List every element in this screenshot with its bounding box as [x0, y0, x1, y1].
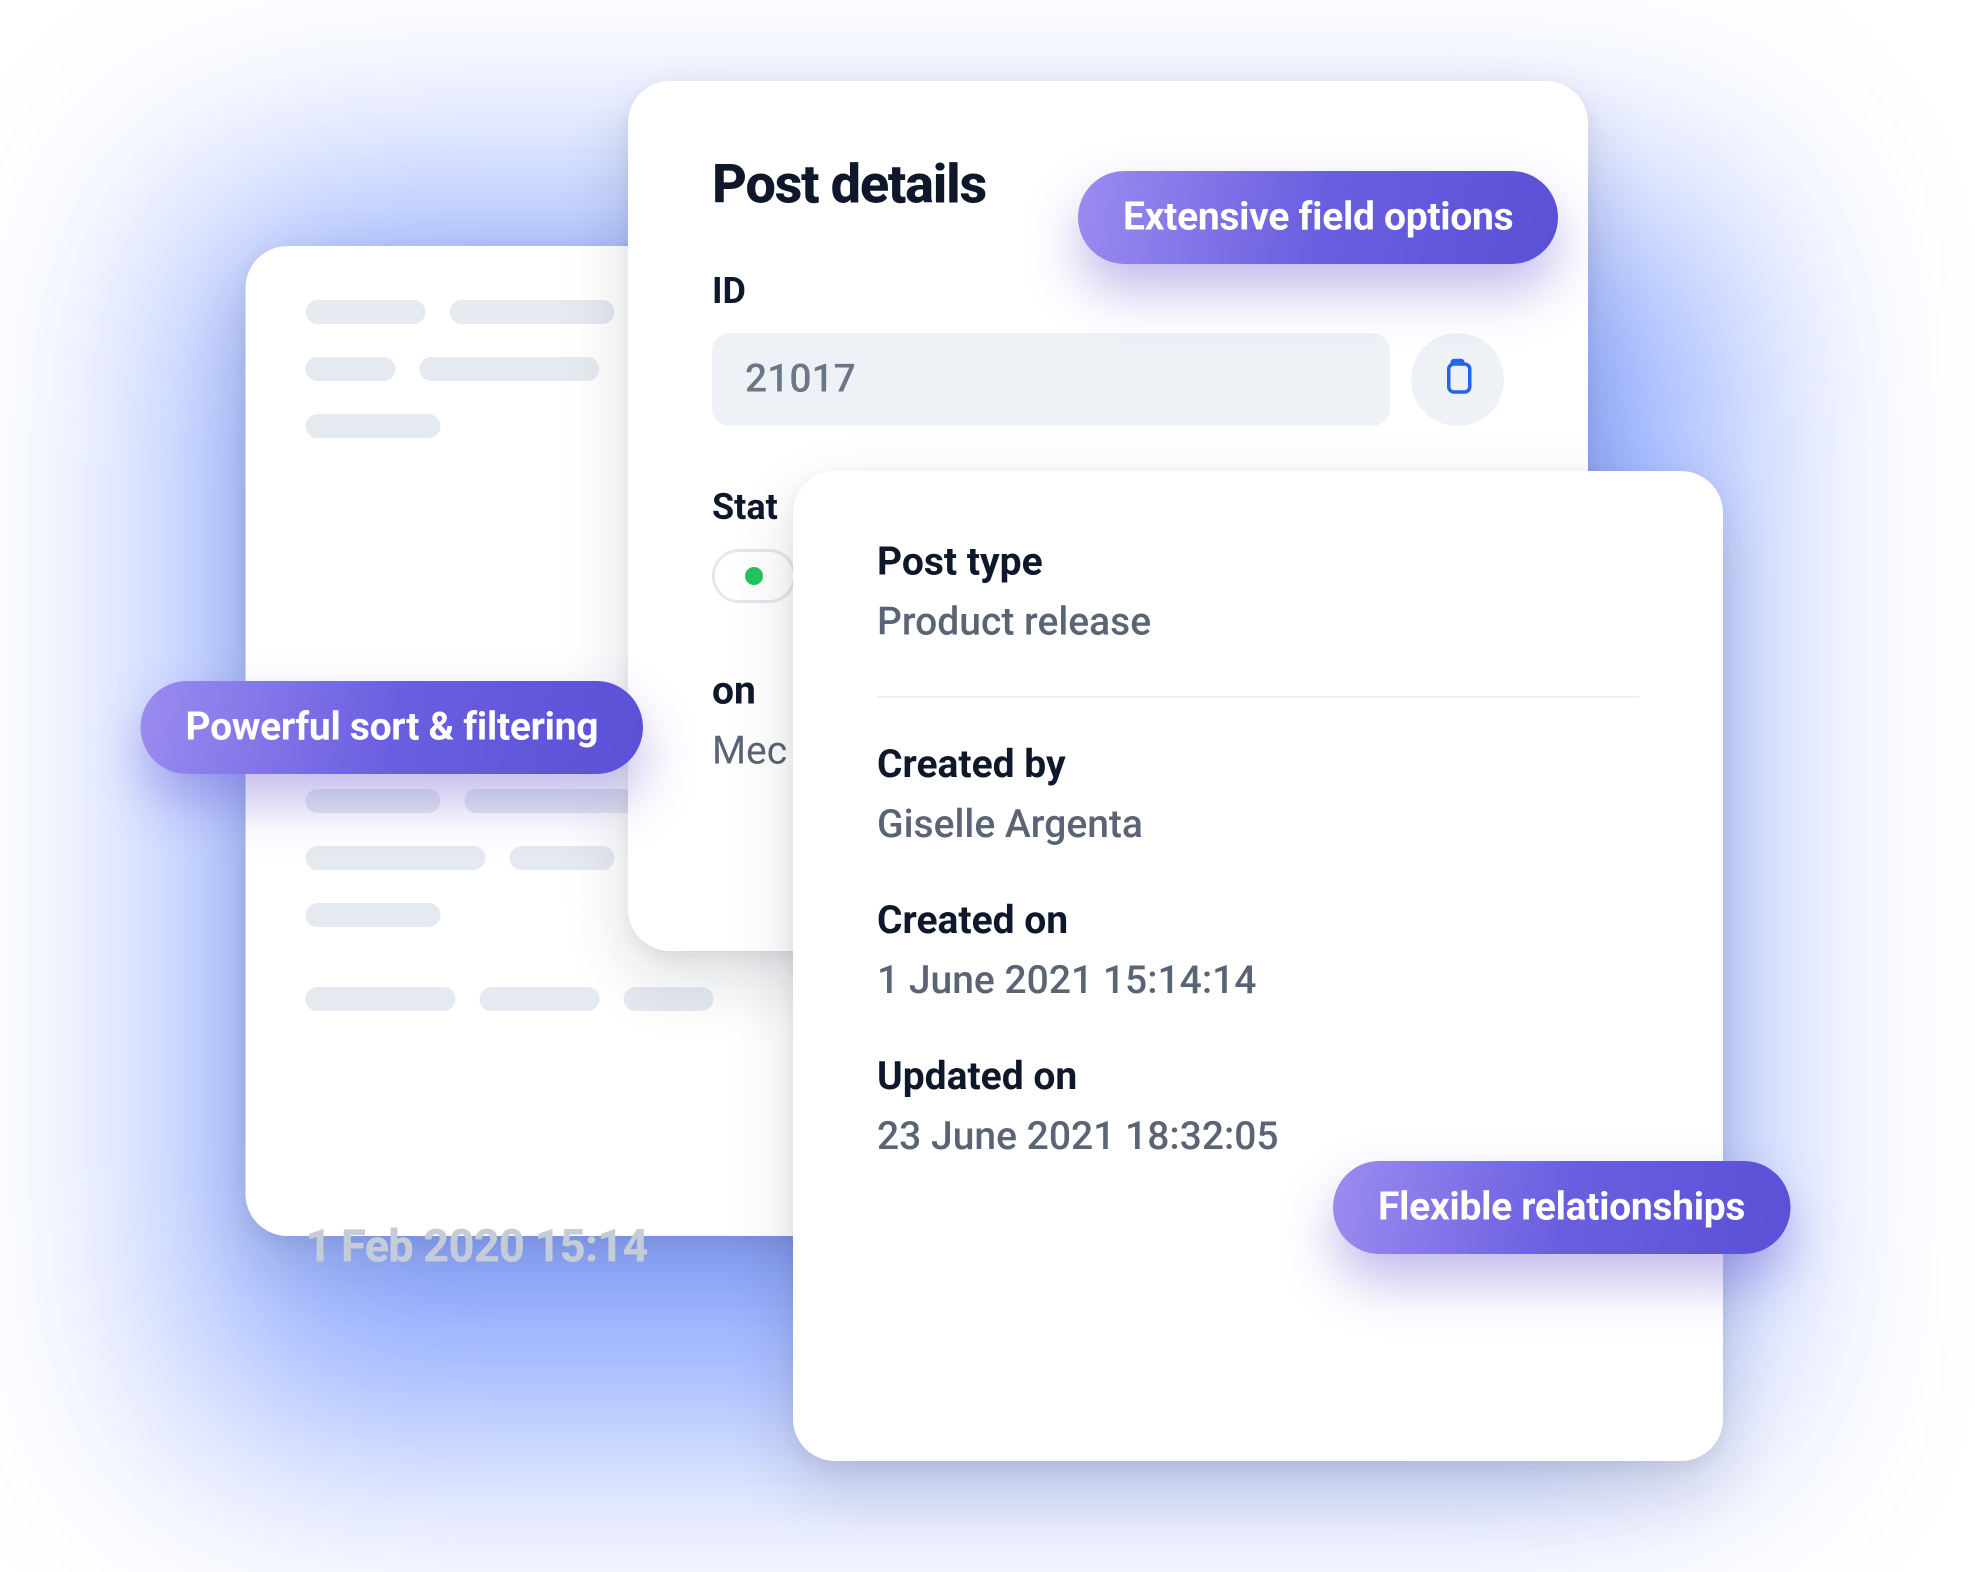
badge-relationships: Flexible relationships: [1333, 1161, 1790, 1254]
divider: [877, 696, 1639, 698]
post-type-value: Product release: [877, 600, 1639, 645]
updated-on-value: 23 June 2021 18:32:05: [877, 1115, 1639, 1160]
list-item-timestamp: 1 Feb 2020 15:14: [305, 1221, 830, 1274]
badge-sort-filtering: Powerful sort & filtering: [140, 681, 643, 774]
updated-on-label: Updated on: [877, 1055, 1639, 1100]
status-pill[interactable]: [712, 549, 796, 603]
created-on-label: Created on: [877, 899, 1639, 944]
post-meta-card: Post type Product release Created by Gis…: [793, 471, 1723, 1461]
clipboard-icon: [1436, 356, 1478, 403]
id-value: 21017: [745, 357, 856, 402]
created-on-value: 1 June 2021 15:14:14: [877, 959, 1639, 1004]
id-label: ID: [712, 270, 1504, 312]
created-by-label: Created by: [877, 743, 1639, 788]
created-by-value: Giselle Argenta: [877, 803, 1639, 848]
status-dot-icon: [745, 567, 763, 585]
id-field[interactable]: 21017: [712, 333, 1390, 426]
copy-id-button[interactable]: [1411, 333, 1504, 426]
post-type-label: Post type: [877, 540, 1639, 585]
badge-field-options: Extensive field options: [1078, 171, 1558, 264]
